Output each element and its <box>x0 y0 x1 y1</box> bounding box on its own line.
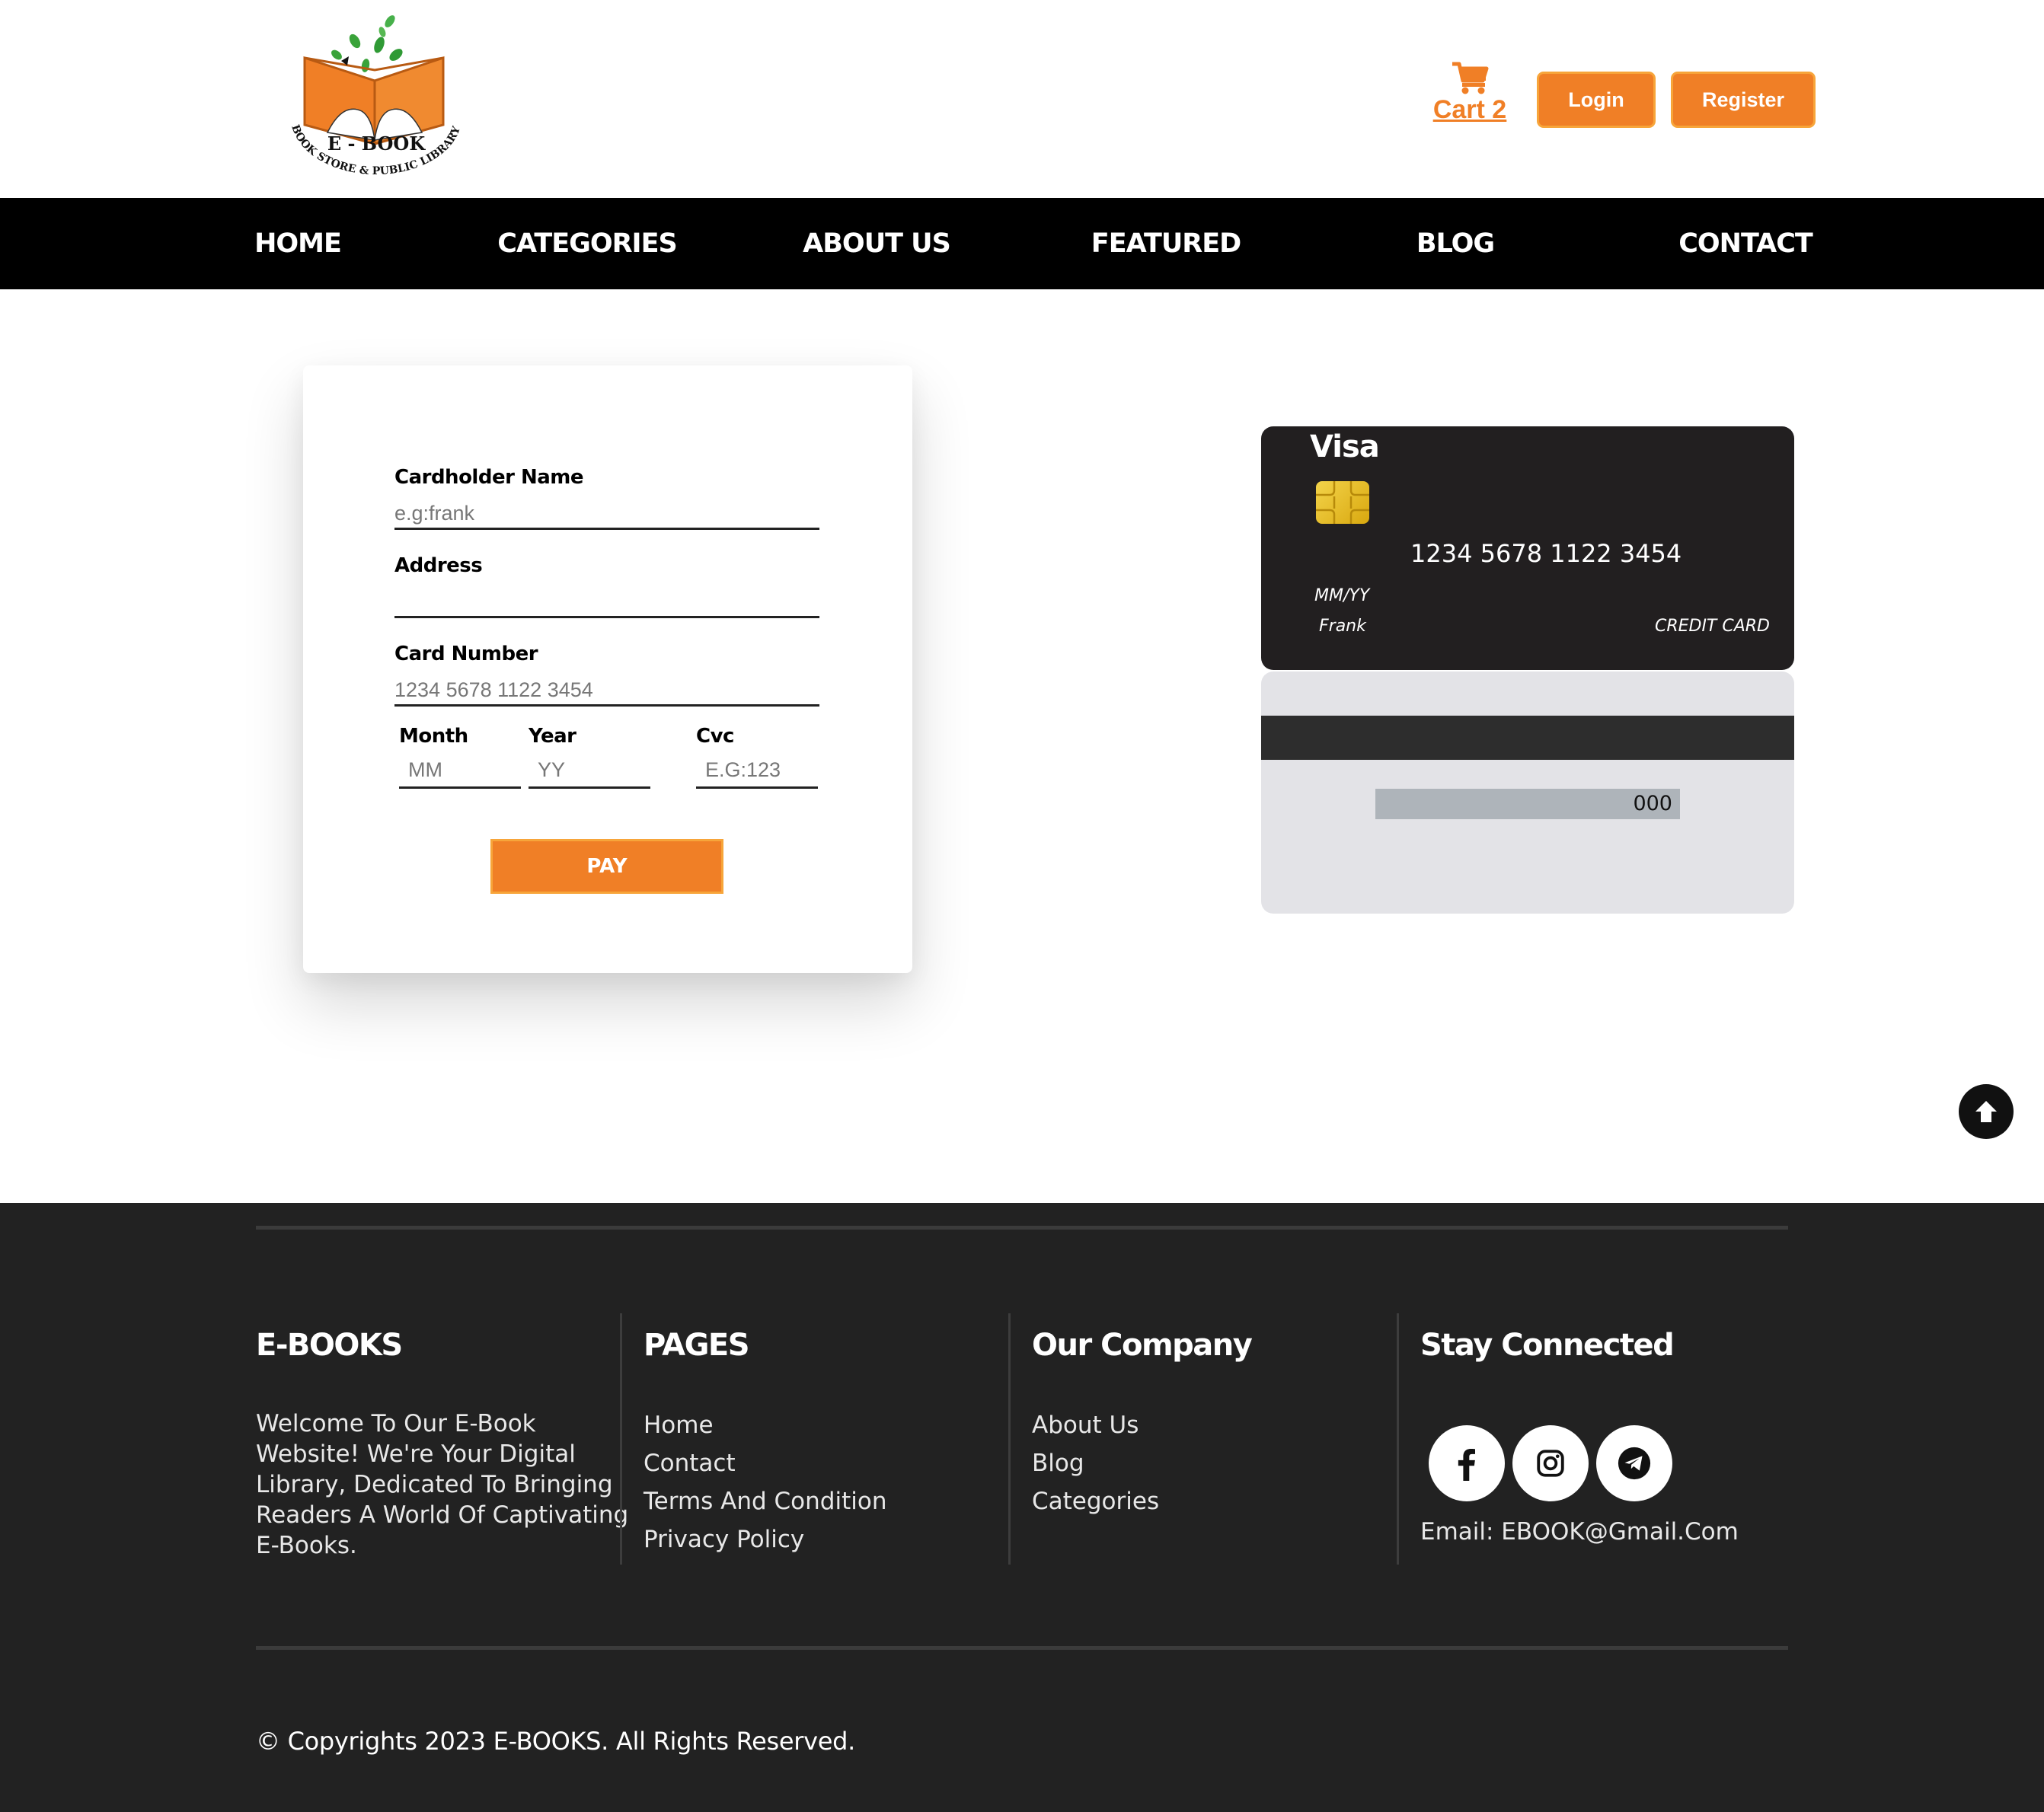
footer-description-line: E-Books. <box>256 1532 357 1559</box>
footer-link-contact[interactable]: Contact <box>644 1450 736 1477</box>
magnetic-stripe <box>1261 716 1794 760</box>
facebook-link[interactable] <box>1429 1425 1505 1501</box>
site-footer: E-BOOKS Welcome To Our E-Book Website! W… <box>0 1203 2044 1812</box>
register-button[interactable]: Register <box>1671 72 1816 128</box>
instagram-icon <box>1537 1450 1564 1477</box>
nav-blog[interactable]: BLOG <box>1406 198 1505 289</box>
footer-link-terms[interactable]: Terms And Condition <box>644 1488 886 1515</box>
footer-bottom-divider <box>256 1646 1788 1650</box>
telegram-link[interactable] <box>1596 1425 1672 1501</box>
footer-connect-title: Stay Connected <box>1420 1328 1675 1363</box>
scroll-to-top-button[interactable] <box>1959 1084 2014 1139</box>
footer-email[interactable]: Email: EBOOK@Gmail.Com <box>1420 1517 1739 1547</box>
cart-label: Cart 2 <box>1432 95 1507 124</box>
footer-link-about-us[interactable]: About Us <box>1032 1412 1139 1439</box>
year-input[interactable] <box>529 755 650 789</box>
footer-column-divider <box>620 1313 622 1565</box>
nav-contact[interactable]: CONTACT <box>1663 198 1828 289</box>
card-type-label: CREDIT CARD <box>1654 617 1770 636</box>
cart-icon <box>1452 62 1489 94</box>
instagram-link[interactable] <box>1512 1425 1589 1501</box>
chip-icon <box>1316 481 1369 524</box>
month-label: Month <box>399 725 468 748</box>
month-input[interactable] <box>399 755 521 789</box>
nav-featured[interactable]: FEATURED <box>1086 198 1246 289</box>
card-expiry-preview: MM/YY <box>1314 586 1370 605</box>
payment-form: Cardholder Name Address Card Number Mont… <box>303 365 912 973</box>
cvc-input[interactable] <box>696 755 818 789</box>
card-holder-preview: Frank <box>1319 617 1366 636</box>
year-label: Year <box>529 725 576 748</box>
footer-brand-title: E-BOOKS <box>256 1328 403 1363</box>
nav-categories[interactable]: CATEGORIES <box>487 198 687 289</box>
address-label: Address <box>394 554 483 577</box>
cvc-label: Cvc <box>696 725 734 748</box>
card-number-preview: 1234 5678 1122 3454 <box>1410 539 1682 568</box>
site-header: BOOK STORE & PUBLIC LIBRARY E - BOOK Car… <box>0 0 2044 198</box>
footer-description-line: Welcome To Our E-Book <box>256 1410 536 1437</box>
pay-button[interactable]: PAY <box>490 839 723 894</box>
cardholder-input[interactable] <box>394 501 819 530</box>
cardholder-label: Cardholder Name <box>394 466 584 489</box>
login-button[interactable]: Login <box>1537 72 1656 128</box>
main-nav: HOME CATEGORIES ABOUT US FEATURED BLOG C… <box>0 198 2044 289</box>
footer-link-categories[interactable]: Categories <box>1032 1488 1159 1515</box>
footer-top-divider <box>256 1226 1788 1230</box>
footer-description-line: Readers A World Of Captivating <box>256 1501 629 1529</box>
card-brand: Visa <box>1310 429 1380 464</box>
footer-link-home[interactable]: Home <box>644 1412 714 1439</box>
footer-column-divider <box>1397 1313 1399 1565</box>
card-number-label: Card Number <box>394 643 538 665</box>
telegram-icon <box>1618 1447 1651 1480</box>
footer-pages-title: PAGES <box>644 1328 750 1363</box>
facebook-icon <box>1458 1448 1476 1481</box>
footer-description-line: Library, Dedicated To Bringing <box>256 1471 613 1498</box>
arrow-up-icon <box>1975 1101 1997 1122</box>
footer-column-divider <box>1008 1313 1011 1565</box>
footer-link-privacy[interactable]: Privacy Policy <box>644 1526 804 1553</box>
card-back-preview: 000 <box>1261 672 1794 914</box>
footer-link-blog[interactable]: Blog <box>1032 1450 1084 1477</box>
address-input[interactable] <box>394 589 819 618</box>
nav-home[interactable]: HOME <box>242 198 353 289</box>
copyright-text: © Copyrights 2023 E-BOOKS. All Rights Re… <box>256 1727 855 1756</box>
footer-company-title: Our Company <box>1032 1328 1253 1363</box>
cvc-preview: 000 <box>1375 789 1680 819</box>
nav-about-us[interactable]: ABOUT US <box>797 198 957 289</box>
card-front-preview: Visa 1234 5678 1122 3454 MM/YY Frank CRE… <box>1261 426 1794 670</box>
ebook-logo[interactable]: BOOK STORE & PUBLIC LIBRARY E - BOOK <box>282 11 472 186</box>
logo-title: E - BOOK <box>327 132 426 155</box>
cart-link[interactable]: Cart 2 <box>1420 61 1519 137</box>
card-number-input[interactable] <box>394 678 819 707</box>
footer-description-line: Website! We're Your Digital <box>256 1440 576 1468</box>
